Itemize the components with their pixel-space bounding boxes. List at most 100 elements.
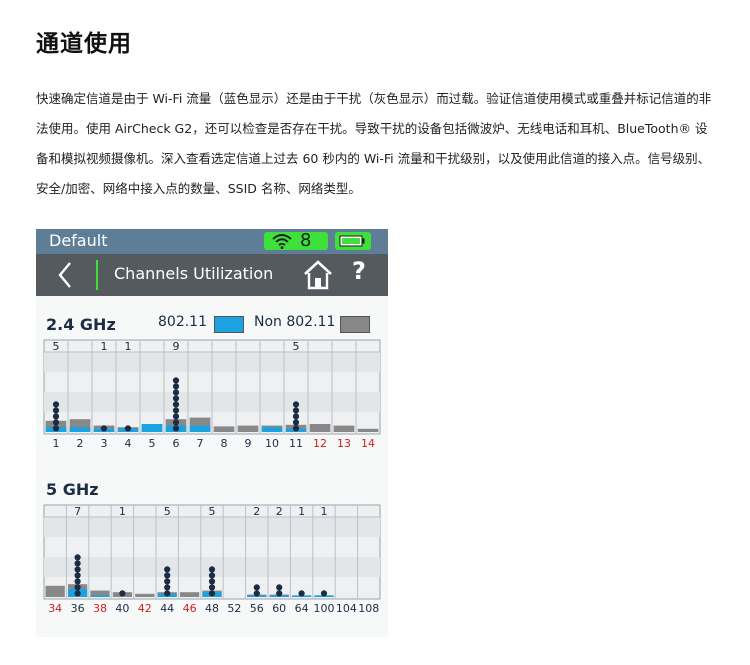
wifi-icon [272,234,292,249]
ap-dot [74,584,81,591]
wifi-bar-5 [141,424,163,432]
wifi-status[interactable]: 8 [264,230,328,251]
ap-dot [208,578,216,585]
ap-dot [164,572,171,579]
help-button[interactable]: ? [352,257,366,285]
ap-dot [74,566,81,573]
channel-label-7: 7 [197,437,204,450]
channel-label-42: 42 [138,602,152,615]
chart-5ghz: 34 7 36 38 1 40 42 5 44 46 5 48 52 2 56 2 60 1 64 1 100 104 10… [43,504,381,615]
ap-dot [172,395,180,402]
channel-label-12: 12 [313,437,327,450]
non-wifi-bar-9 [237,425,259,432]
legend-non-wifi-swatch [340,316,370,333]
ap-dot [292,419,300,426]
ap-dot [52,413,60,420]
channel-label-48: 48 [205,602,219,615]
wifi-bar-2 [69,427,91,432]
ap-count-label: 1 [125,340,132,353]
ap-dot [292,401,300,408]
ap-count-label: 1 [321,505,328,518]
ap-dot [208,584,216,591]
channel-label-10: 10 [265,437,279,450]
channel-label-2: 2 [77,437,84,450]
non-wifi-bar-14 [357,428,379,432]
ap-dot [172,377,180,384]
ap-dot [52,425,60,432]
home-icon[interactable] [302,259,334,291]
ap-count-label: 2 [253,505,260,518]
channel-label-64: 64 [295,602,309,615]
profile-name[interactable]: Default [49,231,107,250]
ap-dot [208,566,216,573]
ap-dot [172,383,180,390]
ap-count-label: 5 [164,505,171,518]
channel-label-34: 34 [48,602,62,615]
channel-label-6: 6 [173,437,180,450]
channel-label-104: 104 [336,602,357,615]
ap-count-label: 5 [209,505,216,518]
ap-dot [172,413,180,420]
channel-label-38: 38 [93,602,107,615]
ap-dot [253,590,260,597]
non-wifi-bar-12 [309,424,331,432]
ap-dot [74,572,81,579]
channel-label-13: 13 [337,437,351,450]
ap-dot [164,578,171,585]
channel-label-108: 108 [358,602,379,615]
ap-count-label: 2 [276,505,283,518]
ap-dot [172,389,180,396]
ap-dot [52,401,60,408]
ap-dot [74,560,81,567]
chart-24ghz-frame [43,339,381,435]
legend-non-wifi-label: Non 802.11 [254,314,336,330]
channel-label-46: 46 [183,602,197,615]
ap-dot [124,425,132,432]
channel-label-1: 1 [53,437,60,450]
band-24-title: 2.4 GHz [46,315,116,334]
legend-wifi-label: 802.11 [158,314,207,330]
wifi-bar-10 [261,427,283,432]
screen-title: Channels Utilization [114,264,274,283]
non-wifi-bar-46 [179,592,200,597]
description-paragraph: 快速确定信道是由于 Wi-Fi 流量（蓝色显示）还是由于干扰（灰色显示）而过载。… [36,91,712,196]
band-5-title: 5 GHz [46,480,99,499]
channel-label-8: 8 [221,437,228,450]
ap-count-label: 5 [293,340,300,353]
ap-dot [52,419,60,426]
ap-dot [74,554,81,561]
ap-dot [172,401,180,408]
ap-dot [74,590,81,597]
grid-band [44,517,380,537]
ap-dot [164,566,171,573]
ap-dot [292,407,300,414]
ap-dot [320,590,328,597]
page-title: 通道使用 [36,31,132,57]
channel-label-9: 9 [245,437,252,450]
channel-label-14: 14 [361,437,375,450]
channel-label-44: 44 [160,602,174,615]
wifi-count: 8 [300,230,312,251]
device-screen: Default 8 Channels Utilization ? 2.4 GHz… [36,229,388,637]
back-arrow-icon[interactable] [50,260,80,290]
channel-label-100: 100 [314,602,335,615]
ap-dot [276,590,283,597]
wifi-bar-38 [90,595,110,597]
ap-dot [276,584,283,591]
chart-24ghz: 51 21314 596 7 8 9 10511 12 13 14 [43,339,381,450]
channel-label-3: 3 [101,437,108,450]
ap-dot [292,413,300,420]
ap-dot [298,590,305,597]
ap-dot [208,590,216,597]
legend-wifi-swatch [214,316,244,333]
non-wifi-bar-13 [333,425,355,432]
ap-count-label: 1 [101,340,108,353]
non-wifi-bar-34 [45,585,65,597]
channel-label-36: 36 [71,602,85,615]
wifi-bar-7 [189,425,211,432]
channel-label-56: 56 [250,602,264,615]
channel-label-40: 40 [115,602,129,615]
ap-dot [52,407,60,414]
ap-dot [119,590,126,597]
ap-dot [208,572,216,579]
